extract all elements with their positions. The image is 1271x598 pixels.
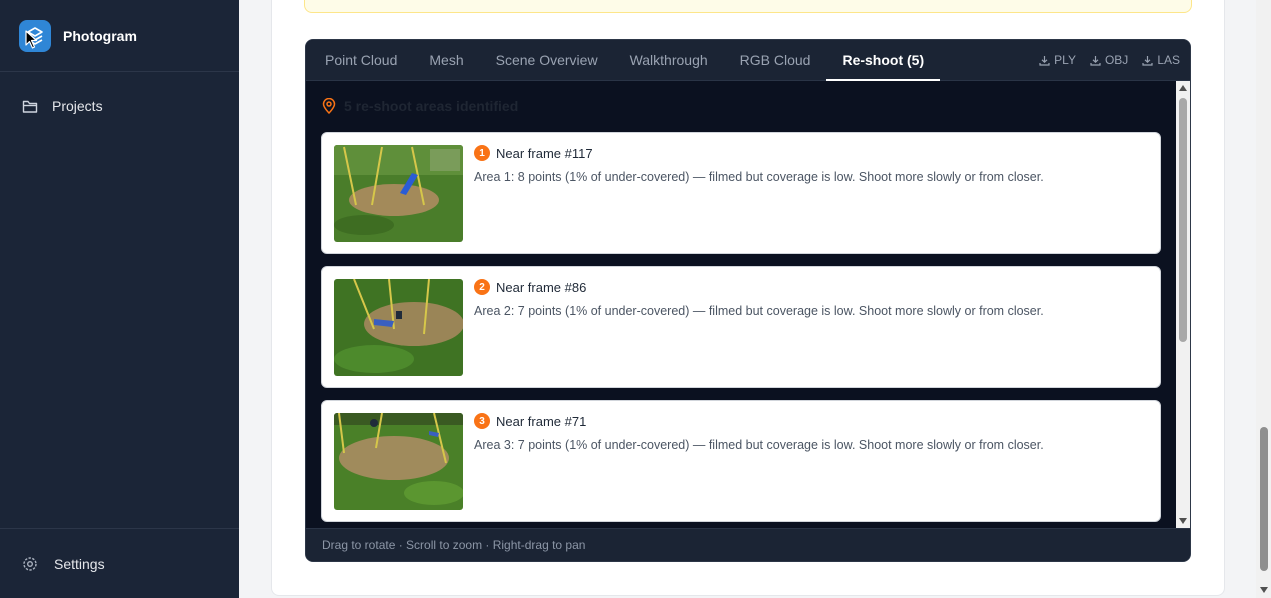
frame-thumbnail — [334, 145, 463, 242]
item-title-text: Near frame #86 — [496, 279, 587, 295]
sidebar: Photogram Projects Settings — [0, 0, 239, 598]
tab-point-cloud[interactable]: Point Cloud — [306, 40, 413, 80]
page-scrollbar-thumb[interactable] — [1260, 427, 1268, 571]
page-scrollbar[interactable] — [1256, 0, 1271, 598]
viewer-tabs: Point Cloud Mesh Scene Overview Walkthro… — [306, 40, 1190, 81]
item-number-badge: 1 — [474, 145, 490, 161]
tab-mesh[interactable]: Mesh — [413, 40, 479, 80]
list-item[interactable]: 1 Near frame #117 Area 1: 8 points (1% o… — [321, 132, 1161, 254]
tab-scene-overview[interactable]: Scene Overview — [480, 40, 614, 80]
download-label: OBJ — [1104, 53, 1129, 67]
tab-rgb-cloud[interactable]: RGB Cloud — [724, 40, 827, 80]
item-title: 1 Near frame #117 — [474, 145, 593, 161]
mouse-cursor-icon — [25, 30, 38, 49]
item-description: Area 2: 7 points (1% of under-covered) —… — [474, 304, 1044, 318]
reshoot-count: 5 re-shoot areas identified — [344, 98, 519, 114]
reshoot-list[interactable]: 5 re-shoot areas identified 1 Near frame… — [306, 81, 1178, 528]
item-number-badge: 3 — [474, 413, 490, 429]
download-icon — [1142, 55, 1153, 66]
list-item[interactable]: 3 Near frame #71 Area 3: 7 points (1% of… — [321, 400, 1161, 522]
item-number-badge: 2 — [474, 279, 490, 295]
scroll-down-icon[interactable] — [1179, 518, 1187, 524]
item-title: 3 Near frame #71 — [474, 413, 586, 429]
sidebar-item-projects[interactable]: Projects — [0, 72, 239, 140]
download-icon — [1039, 55, 1050, 66]
map-pin-icon — [322, 98, 336, 114]
folder-icon — [22, 100, 38, 113]
item-title-text: Near frame #117 — [496, 145, 593, 161]
viewer-hint: Drag to rotate · Scroll to zoom · Right-… — [306, 528, 1190, 561]
main-area: Point Cloud Mesh Scene Overview Walkthro… — [239, 0, 1271, 598]
tab-walkthrough[interactable]: Walkthrough — [614, 40, 724, 80]
tab-reshoot[interactable]: Re-shoot (5) — [826, 40, 940, 81]
frame-thumbnail — [334, 413, 463, 510]
download-icon — [1090, 55, 1101, 66]
download-ply-button[interactable]: PLY — [1039, 53, 1076, 67]
app-name: Photogram — [63, 27, 137, 44]
notice-banner — [304, 0, 1192, 13]
frame-thumbnail — [334, 279, 463, 376]
download-obj-button[interactable]: OBJ — [1090, 53, 1128, 67]
sidebar-item-label: Projects — [52, 98, 103, 114]
reshoot-header: 5 re-shoot areas identified — [322, 98, 518, 114]
list-scrollbar[interactable] — [1176, 81, 1190, 528]
list-item[interactable]: 2 Near frame #86 Area 2: 7 points (1% of… — [321, 266, 1161, 388]
item-title: 2 Near frame #86 — [474, 279, 586, 295]
item-title-text: Near frame #71 — [496, 413, 587, 429]
download-label: LAS — [1157, 53, 1180, 67]
download-las-button[interactable]: LAS — [1142, 53, 1180, 67]
item-description: Area 3: 7 points (1% of under-covered) —… — [474, 438, 1044, 452]
scrollbar-thumb[interactable] — [1179, 98, 1187, 342]
viewer-panel: Point Cloud Mesh Scene Overview Walkthro… — [305, 39, 1191, 562]
download-buttons: PLY OBJ LAS — [1039, 40, 1180, 80]
scroll-down-icon[interactable] — [1260, 587, 1268, 593]
scroll-up-icon[interactable] — [1179, 85, 1187, 91]
settings-label: Settings — [54, 555, 105, 572]
sidebar-item-settings[interactable]: Settings — [0, 528, 239, 598]
item-description: Area 1: 8 points (1% of under-covered) —… — [474, 170, 1044, 184]
download-label: PLY — [1054, 53, 1076, 67]
gear-icon — [23, 556, 37, 571]
